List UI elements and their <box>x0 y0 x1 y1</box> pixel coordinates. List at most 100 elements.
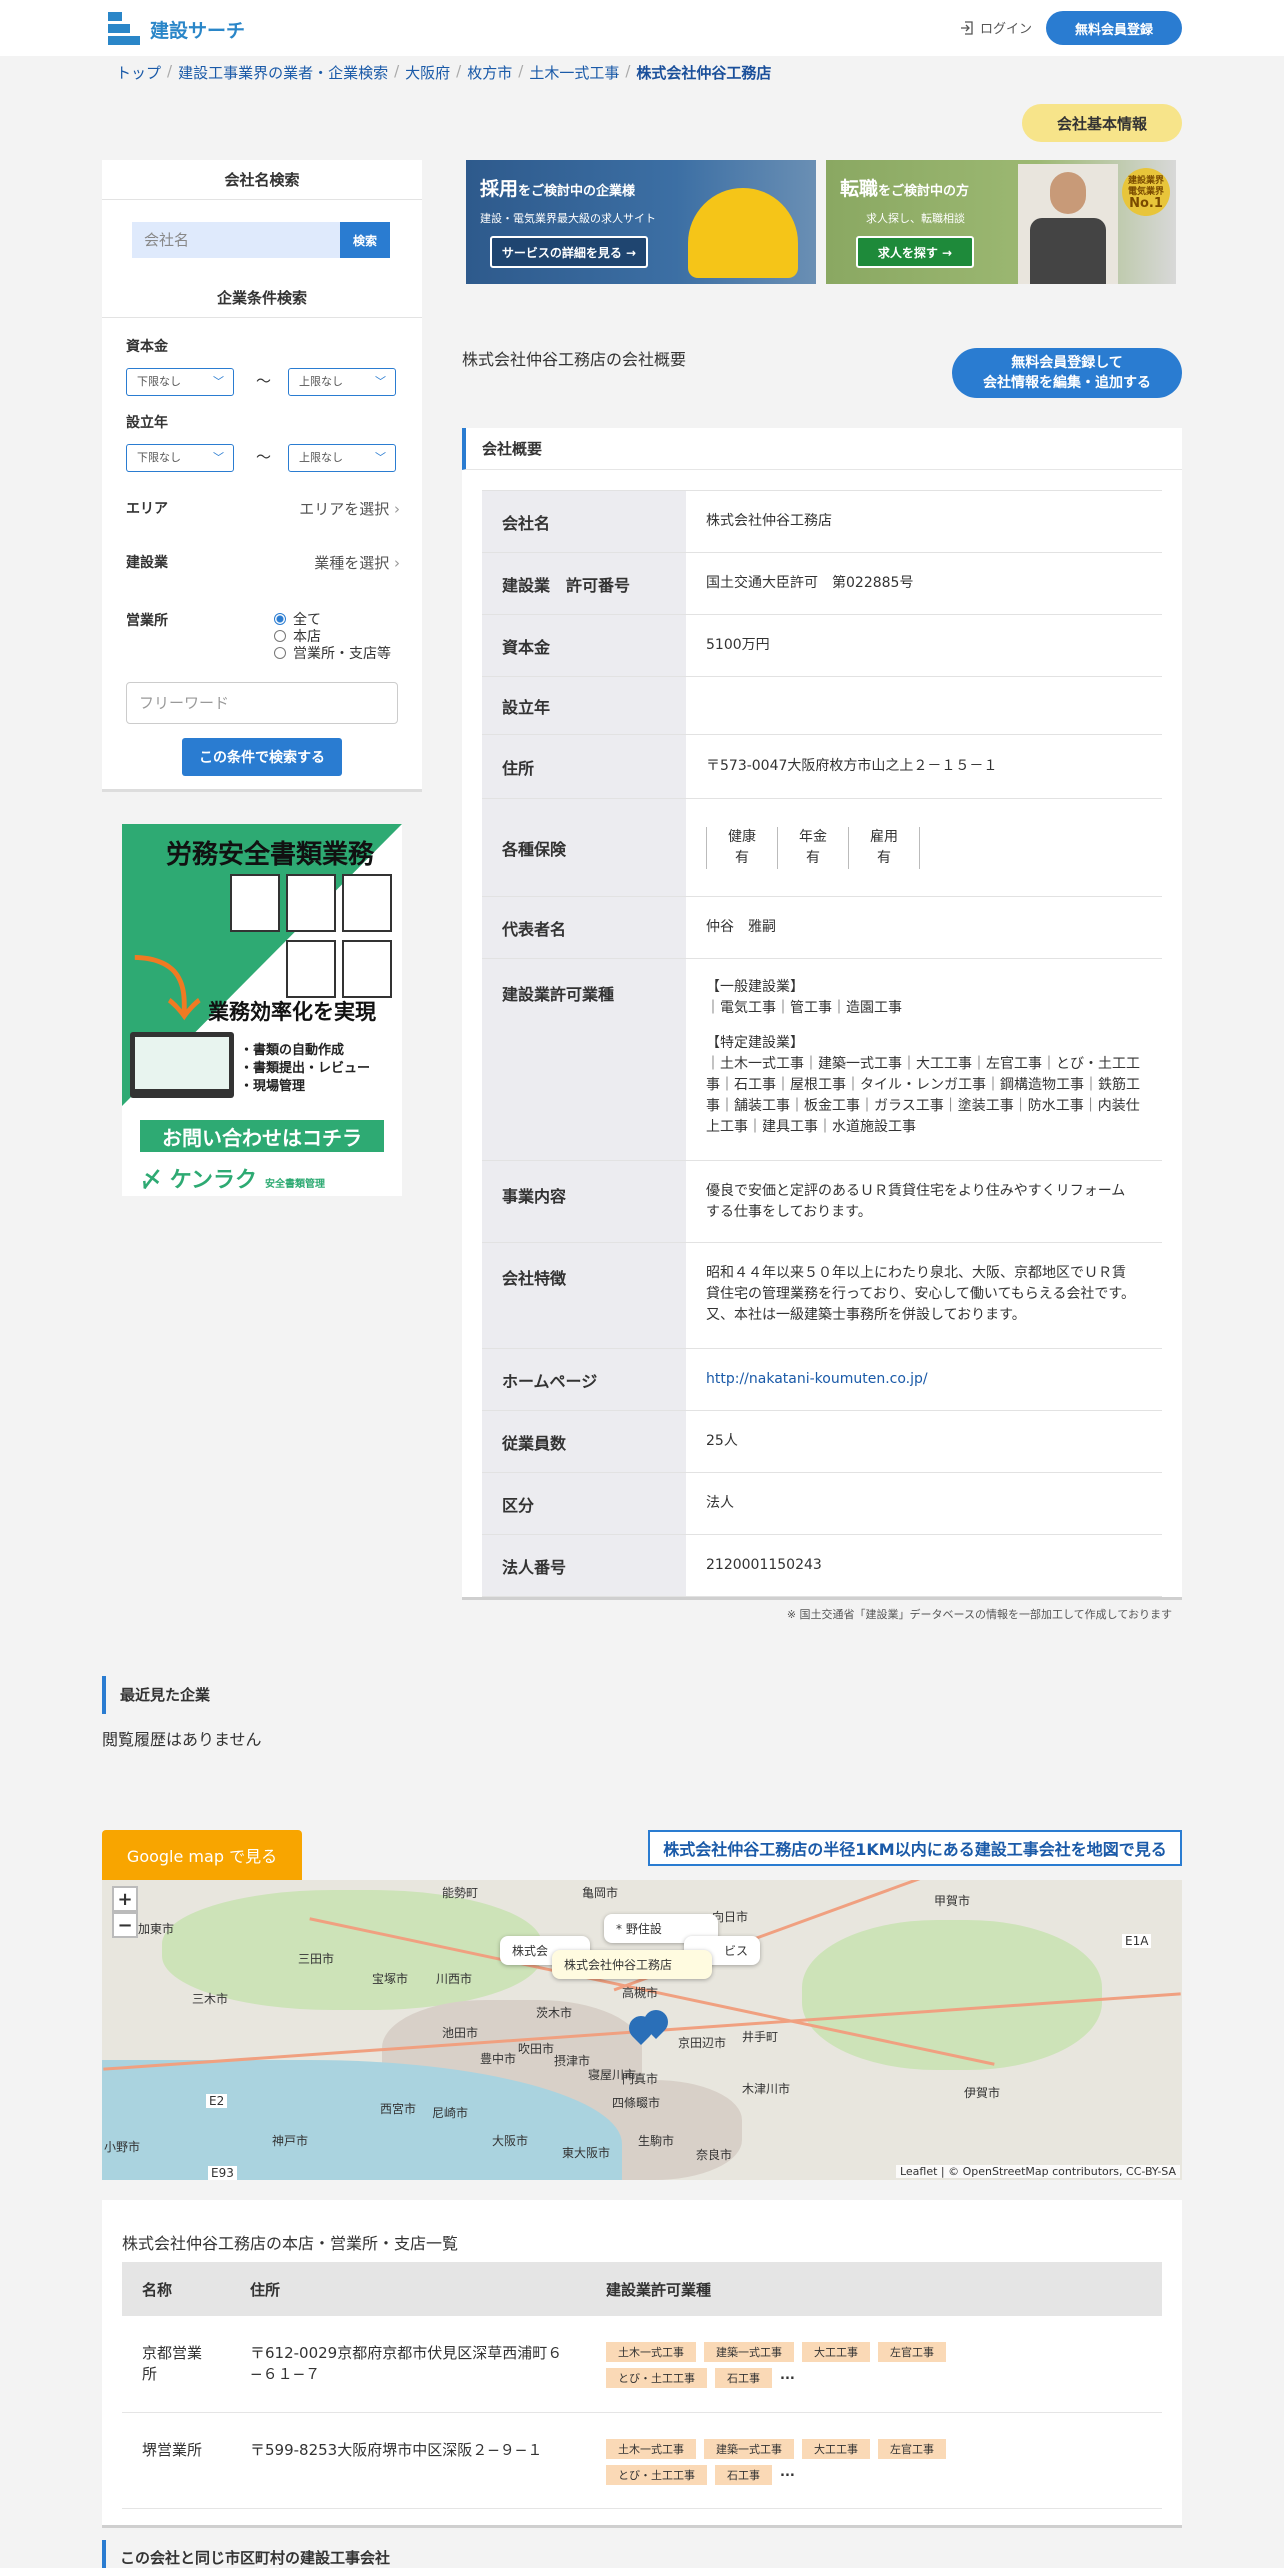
tag: 左官工事 <box>878 2342 946 2362</box>
office-label: 営業所 <box>126 613 168 629</box>
industry-label: 建設業 <box>126 555 168 571</box>
chevron-right-icon: › <box>394 500 400 518</box>
logo-icon <box>108 12 142 46</box>
freeword-input[interactable]: フリーワード <box>126 682 398 724</box>
tag: 建築一式工事 <box>704 2438 794 2459</box>
breadcrumb-top[interactable]: トップ <box>116 62 161 83</box>
documents-icon <box>230 874 396 1004</box>
company-name-value: 株式会社仲谷工務店 <box>706 513 832 529</box>
capital-upper-select[interactable]: 上限なし ﹀ <box>288 368 396 396</box>
insurance-health: 健康有 <box>706 826 778 869</box>
founded-range-separator: 〜 <box>256 448 272 466</box>
company-map[interactable]: 能勢町 亀岡市 向日市 甲賀市 加東市 三田市 宝塚市 川西市 茨木市 高槻市 … <box>102 1880 1182 2180</box>
arrow-icon: ⤵ <box>132 949 202 1031</box>
condition-search-button[interactable]: この条件で検索する <box>182 738 342 776</box>
representative-value: 仲谷 雅嗣 <box>706 919 776 935</box>
office-radio-all[interactable]: 全て <box>274 610 391 628</box>
google-map-button[interactable]: Google map で見る <box>102 1830 302 1880</box>
founded-upper-select[interactable]: 上限なし ﹀ <box>288 444 396 472</box>
map-attribution: Leaflet | © OpenStreetMap contributors, … <box>895 2165 1180 2178</box>
zoom-out-button[interactable]: − <box>112 1912 138 1938</box>
branch-address: 〒612-0029京都府京都市伏見区深草西浦町６−６１−７ <box>230 2316 586 2413</box>
column-header: 住所 <box>230 2262 586 2316</box>
edit-info-button[interactable]: 無料会員登録して 会社情報を編集・追加する <box>952 348 1182 398</box>
site-logo[interactable]: 建設サーチ <box>108 12 245 46</box>
table-row: 従業員数 25人 <box>482 1410 1162 1473</box>
name-search-button[interactable]: 検索 <box>340 222 390 258</box>
recruit-detail-button[interactable]: サービスの詳細を見る → <box>490 236 648 268</box>
area-selector[interactable]: エリアを選択 › <box>282 498 400 519</box>
category-value: 法人 <box>706 1495 734 1511</box>
chevron-down-icon: ﹀ <box>213 451 224 464</box>
ad-subtitle: 業務効率化を実現 <box>208 1000 376 1024</box>
login-icon <box>961 20 973 35</box>
branch-address: 〒599-8253大阪府堺市中区深阪２−９−１ <box>230 2412 586 2509</box>
table-row: 建設業許可業種 【一般建設業】 ｜電気工事｜管工事｜造園工事 【特定建設業】 ｜… <box>482 958 1162 1161</box>
permit-number-value: 国土交通大臣許可 第022885号 <box>706 575 914 591</box>
job-banner[interactable]: 転職をご検討中の方 求人探し、転職相談 求人を探す → 建設業界 電気業界 No.1 <box>826 160 1176 284</box>
table-row: 住所 〒573-0047大阪府枚方市山之上２－１５－１ <box>482 734 1162 799</box>
radius-map-link[interactable]: 株式会社仲谷工務店の半径1KM以内にある建設工事会社を地図で見る <box>648 1830 1182 1866</box>
company-overview-heading: 会社概要 <box>462 428 1182 470</box>
office-radio-group: 全て 本店 営業所・支店等 <box>274 610 391 662</box>
breadcrumb-city[interactable]: 枚方市 <box>467 62 512 83</box>
map-popup-main[interactable]: 株式会社仲谷工務店 <box>552 1950 712 1979</box>
recruit-banner-title: 採用をご検討中の企業様 <box>480 178 636 200</box>
condition-search-title: 企業条件検索 <box>102 278 422 318</box>
branch-name: 京都営業所 <box>122 2316 230 2413</box>
logo-text: 建設サーチ <box>150 19 246 42</box>
tag: 土木一式工事 <box>606 2342 696 2362</box>
breadcrumb-category[interactable]: 土木一式工事 <box>529 62 619 83</box>
sidebar-search: 会社名検索 会社名 検索 企業条件検索 資本金 下限なし ﹀ 〜 上限なし ﹀ 設立… <box>102 160 422 792</box>
table-row: 京都営業所 〒612-0029京都府京都市伏見区深草西浦町６−６１−７ 土木一式… <box>122 2316 1162 2413</box>
name-search-title: 会社名検索 <box>102 160 422 200</box>
office-radio-branch[interactable]: 営業所・支店等 <box>274 644 391 662</box>
branch-list-title: 株式会社仲谷工務店の本店・営業所・支店一覧 <box>122 2234 459 2253</box>
company-name-input[interactable]: 会社名 <box>132 222 340 258</box>
chevron-right-icon: › <box>394 554 400 572</box>
founded-lower-select[interactable]: 下限なし ﹀ <box>126 444 234 472</box>
register-button[interactable]: 無料会員登録 <box>1046 11 1182 45</box>
breadcrumb-industry[interactable]: 建設工事業界の業者・企業検索 <box>178 62 388 83</box>
insurance-list: 健康有 年金有 雇用有 <box>706 826 1142 869</box>
job-search-button[interactable]: 求人を探す → <box>856 236 974 268</box>
table-row: 建設業 許可番号 国土交通大臣許可 第022885号 <box>482 552 1162 615</box>
capital-lower-select[interactable]: 下限なし ﹀ <box>126 368 234 396</box>
job-banner-title: 転職をご検討中の方 <box>840 178 970 200</box>
breadcrumb: トップ / 建設工事業界の業者・企業検索 / 大阪府 / 枚方市 / 土木一式工事 / 株… <box>116 62 772 83</box>
table-row: 各種保険 健康有 年金有 雇用有 <box>482 798 1162 897</box>
branch-table: 名称 住所 建設業許可業種 京都営業所 〒612-0029京都府京都市伏見区深草… <box>122 2262 1162 2509</box>
basic-info-badge[interactable]: 会社基本情報 <box>1022 104 1182 142</box>
side-ad-banner[interactable]: 労務安全書類業務 ⤵ 業務効率化を実現 ・書類の自動作成 ・書類提出・レビュー … <box>122 824 402 1196</box>
ad-points: ・書類の自動作成 ・書類提出・レビュー ・現場管理 <box>240 1043 371 1094</box>
branch-tags: 土木一式工事 建築一式工事 大工工事 左官工事 とび・土工工事 石工事 ... <box>606 2342 1046 2388</box>
brand-logo-icon: 〆 <box>140 1168 163 1193</box>
login-link[interactable]: ログイン <box>960 18 1032 37</box>
industry-selector[interactable]: 業種を選択 › <box>282 552 400 573</box>
capital-label: 資本金 <box>126 339 168 355</box>
recruit-banner[interactable]: 採用をご検討中の企業様 建設・電気業界最大級の求人サイト サービスの詳細を見る … <box>466 160 816 284</box>
ad-contact-button[interactable]: お問い合わせはコチラ <box>140 1120 384 1152</box>
insurance-pension: 年金有 <box>777 826 849 869</box>
homepage-link[interactable]: http://nakatani-koumuten.co.jp/ <box>706 1371 928 1387</box>
corporate-number-value: 2120001150243 <box>706 1557 822 1573</box>
branch-tags: 土木一式工事 建築一式工事 大工工事 左官工事 とび・土工工事 石工事 ... <box>606 2438 1046 2485</box>
tag: 土木一式工事 <box>606 2438 696 2459</box>
recent-companies-heading: 最近見た企業 <box>102 1676 210 1714</box>
breadcrumb-prefecture[interactable]: 大阪府 <box>405 62 450 83</box>
site-header: 建設サーチ ログイン 無料会員登録 <box>0 0 1284 56</box>
insurance-value: 健康有 年金有 雇用有 <box>686 799 1162 897</box>
column-header: 名称 <box>122 2262 230 2316</box>
office-radio-head[interactable]: 本店 <box>274 627 391 645</box>
no1-badge: 建設業界 電気業界 No.1 <box>1122 168 1170 216</box>
zoom-in-button[interactable]: + <box>112 1886 138 1912</box>
job-banner-sub: 求人探し、転職相談 <box>866 212 965 225</box>
employees-value: 25人 <box>706 1433 738 1449</box>
recent-empty-text: 閲覧履歴はありません <box>102 1730 262 1749</box>
more-tags: ... <box>780 2464 795 2480</box>
capital-value: 5100万円 <box>706 637 770 653</box>
table-row: 法人番号 2120001150243 <box>482 1534 1162 1597</box>
tag: 大工工事 <box>802 2342 870 2362</box>
more-tags: ... <box>780 2368 795 2383</box>
insurance-employment: 雇用有 <box>848 826 920 869</box>
